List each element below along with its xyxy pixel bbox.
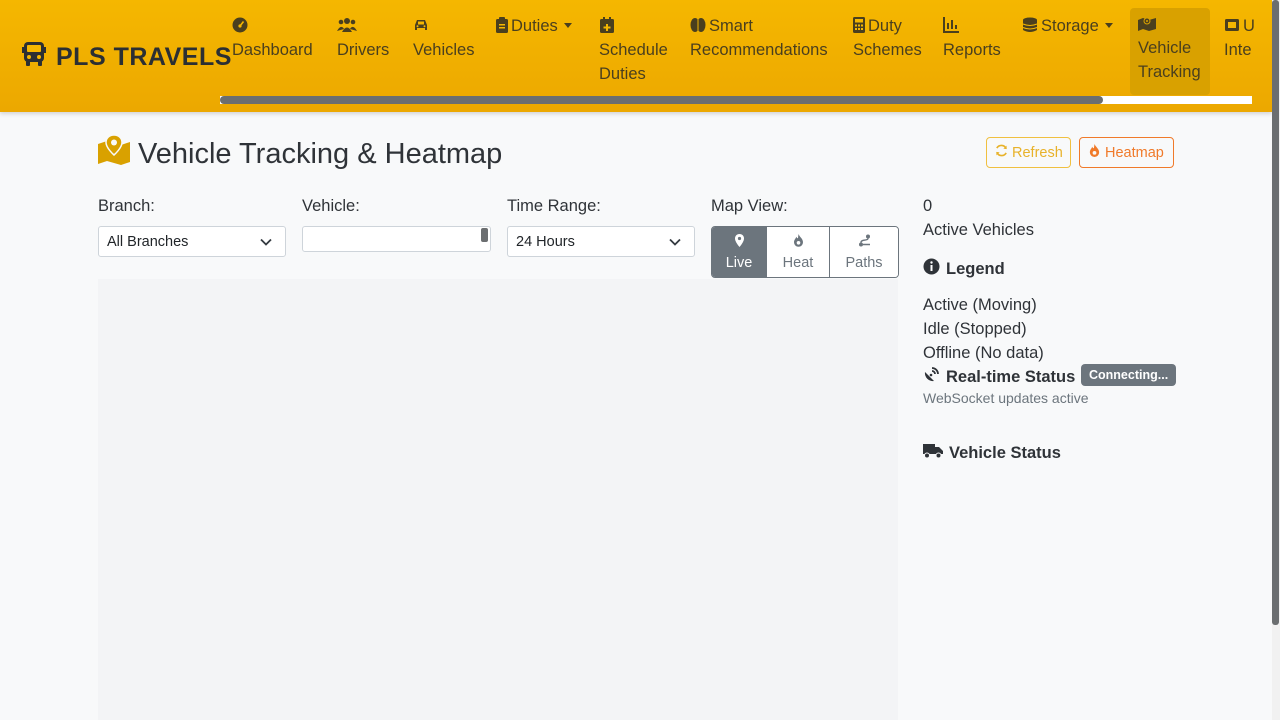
view-live-label: Live [725, 254, 753, 271]
chevron-down-icon [1104, 23, 1113, 28]
refresh-button[interactable]: Refresh [986, 137, 1071, 168]
nav-dashboard-label: Dashboard [232, 41, 313, 59]
page-title: Vehicle Tracking & Heatmap [98, 134, 503, 173]
fire-icon [1088, 144, 1101, 161]
calendar-plus-icon [599, 16, 615, 33]
nav-smart-label-2: Recommendations [690, 41, 828, 59]
websocket-note: WebSocket updates active [923, 390, 1089, 406]
vehicle-list-scrollbar[interactable] [481, 228, 488, 242]
nav-duty-schemes[interactable]: Duty Schemes [853, 14, 922, 62]
satellite-dish-icon [923, 366, 940, 388]
nav-vehicles-label: Vehicles [413, 41, 475, 59]
map-location-icon [98, 134, 130, 173]
branch-label: Branch: [98, 197, 155, 215]
nav-duties-dropdown[interactable]: Duties [496, 14, 572, 38]
info-circle-icon [923, 258, 940, 280]
legend-offline: Offline (No data) [923, 344, 1044, 362]
tachometer-icon [232, 16, 248, 33]
vehicle-status-title: Vehicle Status [949, 443, 1061, 462]
active-vehicles-label: Active Vehicles [923, 221, 1034, 239]
sync-icon [995, 144, 1008, 161]
truck-icon [923, 442, 943, 464]
id-card-icon [1224, 16, 1240, 32]
clipboard-icon [496, 16, 508, 33]
chevron-down-icon [563, 23, 572, 28]
nav-schedule-duties[interactable]: Schedule Duties [599, 14, 668, 86]
branch-select[interactable]: All Branches [98, 226, 286, 257]
database-icon [1022, 16, 1038, 32]
active-vehicle-count: 0 [923, 197, 933, 215]
car-icon [413, 16, 429, 32]
nav-integrations-label-2: Inte [1224, 41, 1252, 59]
nav-duty-label-1: Duty [868, 17, 902, 35]
nav-schedule-label-2: Duties [599, 65, 646, 83]
legend-heading: Legend [923, 258, 1005, 280]
legend-title: Legend [946, 259, 1005, 278]
nav-integrations-label-1: U [1243, 17, 1255, 35]
map-view-toggle-group: Live Heat Paths [711, 226, 899, 278]
chevron-down-icon [259, 235, 273, 249]
page-title-text: Vehicle Tracking & Heatmap [138, 137, 503, 170]
vehicle-label: Vehicle: [302, 197, 360, 215]
fire-icon [792, 233, 805, 255]
calculator-icon [853, 16, 865, 33]
legend-active: Active (Moving) [923, 296, 1037, 314]
nav-integrations[interactable]: U Inte [1224, 14, 1255, 62]
nav-drivers-label: Drivers [337, 41, 390, 59]
heatmap-button[interactable]: Heatmap [1079, 137, 1174, 168]
route-icon [858, 234, 871, 255]
brand-logo[interactable]: PLS TRAVELS [22, 41, 232, 74]
bus-icon [22, 41, 46, 74]
time-range-select[interactable]: 24 Hours [507, 226, 695, 257]
nav-drivers[interactable]: Drivers [337, 14, 389, 62]
branch-select-value: All Branches [107, 234, 189, 250]
page-scrollbar-thumb[interactable] [1272, 0, 1279, 625]
nav-duties-label: Duties [511, 17, 558, 35]
chevron-down-icon [668, 235, 682, 249]
view-heat-button[interactable]: Heat [767, 227, 830, 277]
nav-storage-dropdown[interactable]: Storage [1022, 14, 1113, 38]
nav-smart-label-1: Smart [709, 17, 754, 35]
nav-smart-recommendations[interactable]: Smart Recommendations [690, 14, 828, 62]
vehicle-status-heading: Vehicle Status [923, 442, 1061, 464]
nav-reports-label: Reports [943, 41, 1001, 59]
time-range-label: Time Range: [507, 197, 601, 215]
map-view-label: Map View: [711, 197, 788, 215]
nav-dashboard[interactable]: Dashboard [232, 14, 313, 62]
legend-idle: Idle (Stopped) [923, 320, 1027, 338]
nav-reports[interactable]: Reports [943, 14, 1001, 62]
time-range-select-value: 24 Hours [516, 234, 575, 250]
chart-line-icon [943, 16, 959, 33]
realtime-status-title: Real-time Status [946, 367, 1076, 386]
map-marked-icon [1138, 14, 1156, 31]
nav-vehicles[interactable]: Vehicles [413, 14, 474, 62]
users-icon [337, 16, 357, 32]
nav-tracking-label-2: Tracking [1138, 63, 1201, 81]
nav-storage-label: Storage [1041, 17, 1099, 35]
tracking-map[interactable] [98, 279, 898, 720]
connection-status-badge: Connecting... [1081, 364, 1177, 386]
brand-name: PLS TRAVELS [56, 43, 232, 71]
view-paths-button[interactable]: Paths [830, 227, 898, 277]
brain-icon [690, 16, 706, 32]
nav-duty-label-2: Schemes [853, 41, 922, 59]
vehicle-multiselect[interactable] [302, 226, 491, 252]
heatmap-button-label: Heatmap [1105, 144, 1164, 161]
view-paths-label: Paths [845, 254, 883, 271]
nav-schedule-label-1: Schedule [599, 41, 668, 59]
realtime-status-heading: Real-time Status [923, 366, 1075, 388]
view-live-button[interactable]: Live [712, 227, 767, 277]
view-heat-label: Heat [782, 254, 814, 271]
nav-scrollbar-thumb[interactable] [220, 96, 1103, 104]
nav-vehicle-tracking[interactable]: Vehicle Tracking [1130, 8, 1210, 95]
nav-tracking-label-1: Vehicle [1138, 39, 1192, 57]
refresh-button-label: Refresh [1012, 144, 1063, 161]
map-pin-icon [733, 233, 746, 255]
